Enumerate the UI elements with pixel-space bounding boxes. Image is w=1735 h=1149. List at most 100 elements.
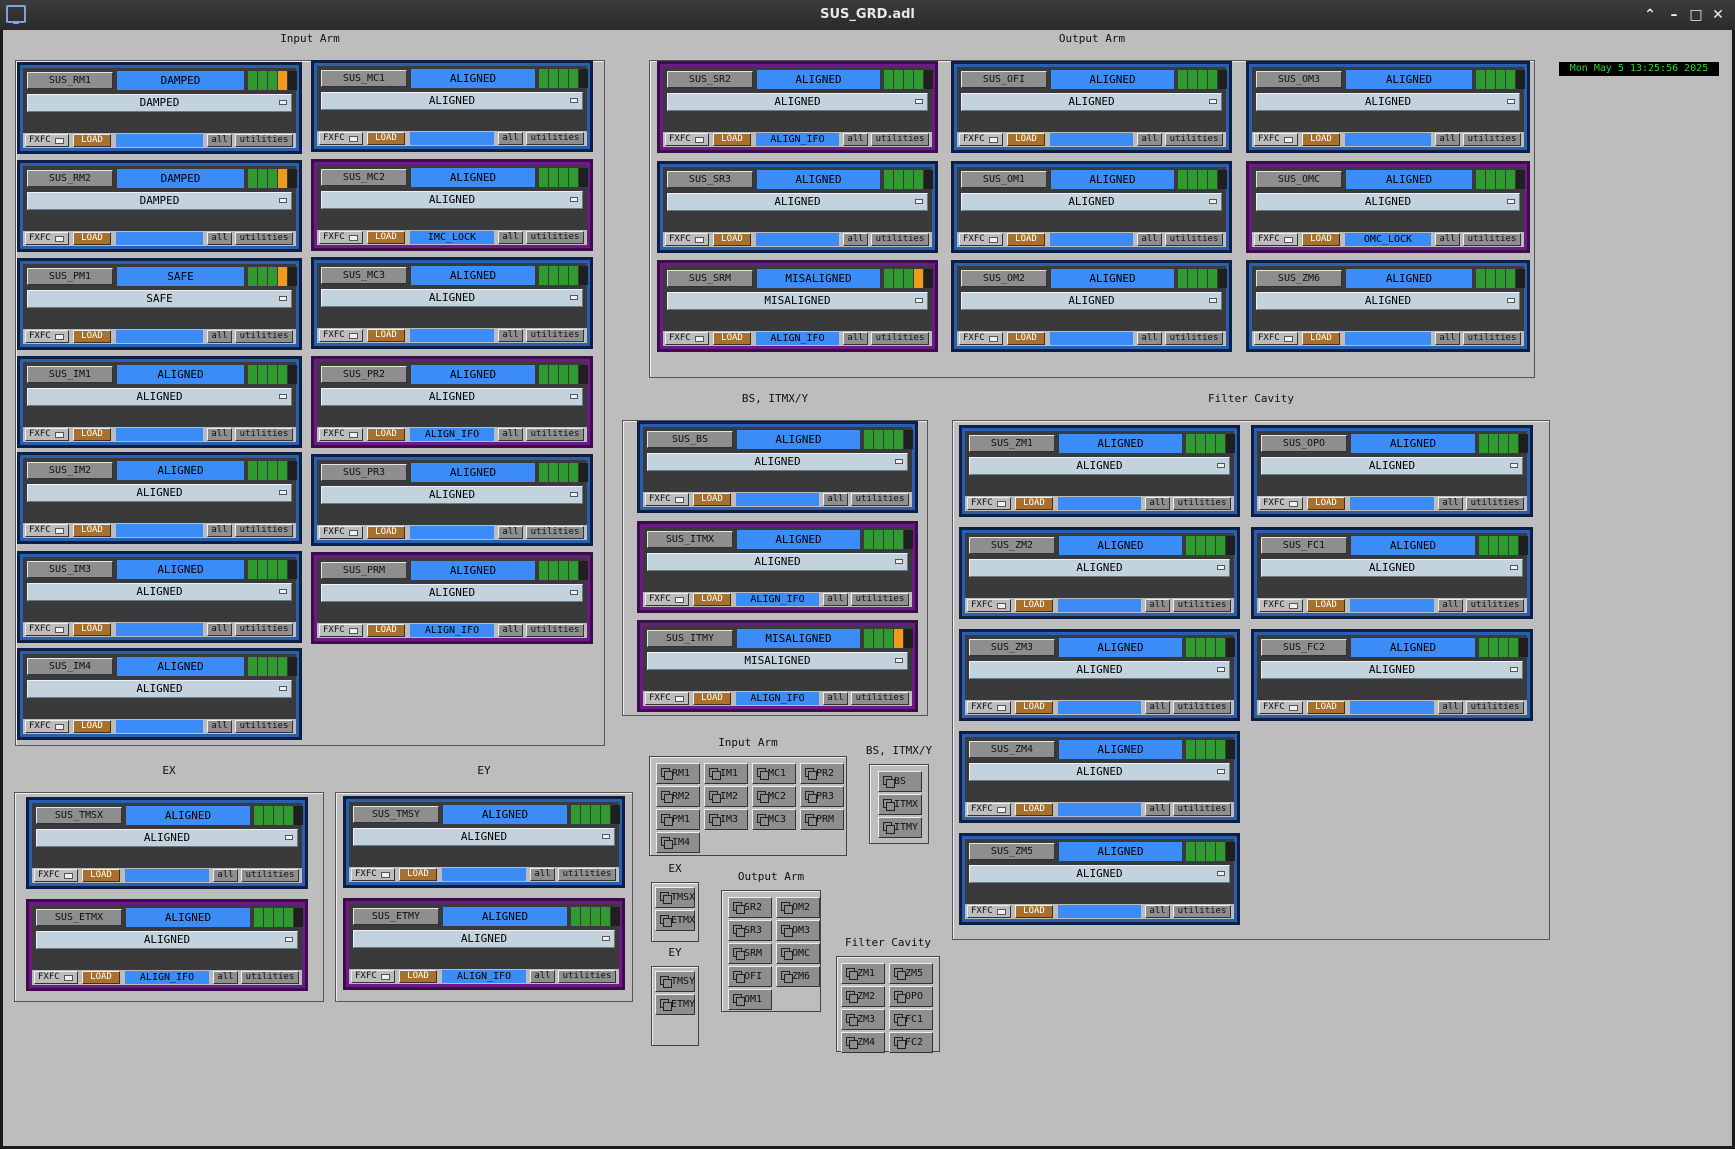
- guardian-name-button[interactable]: SUS_ZM6: [1256, 270, 1342, 287]
- utilities-button[interactable]: utilities: [851, 692, 909, 705]
- shortcut-zm2[interactable]: ZM2: [841, 986, 885, 1007]
- fxfc-menu[interactable]: FXFC: [25, 623, 69, 636]
- fxfc-menu[interactable]: FXFC: [959, 332, 1003, 345]
- utilities-button[interactable]: utilities: [235, 524, 293, 537]
- utilities-button[interactable]: utilities: [851, 593, 909, 606]
- utilities-button[interactable]: utilities: [526, 526, 584, 539]
- shortcut-ofi[interactable]: OFI: [728, 966, 772, 987]
- request-select[interactable]: ALIGNED: [27, 680, 292, 698]
- all-button[interactable]: all: [530, 970, 555, 983]
- shortcut-etmy[interactable]: ETMY: [655, 994, 695, 1015]
- request-select[interactable]: ALIGNED: [1256, 193, 1520, 211]
- fxfc-menu[interactable]: FXFC: [967, 701, 1011, 714]
- guardian-name-button[interactable]: SUS_SRM: [667, 270, 753, 287]
- shortcut-pr2[interactable]: PR2: [800, 763, 844, 784]
- utilities-button[interactable]: utilities: [526, 132, 584, 145]
- utilities-button[interactable]: utilities: [241, 971, 299, 984]
- utilities-button[interactable]: utilities: [1173, 803, 1231, 816]
- shortcut-rm2[interactable]: RM2: [656, 786, 700, 807]
- guardian-name-button[interactable]: SUS_SR3: [667, 171, 753, 188]
- request-select[interactable]: ALIGNED: [1261, 559, 1523, 577]
- request-select[interactable]: ALIGNED: [1261, 457, 1523, 475]
- guardian-name-button[interactable]: SUS_FC2: [1261, 639, 1347, 656]
- request-select[interactable]: MISALIGNED: [667, 292, 928, 310]
- fxfc-menu[interactable]: FXFC: [1259, 497, 1303, 510]
- guardian-name-button[interactable]: SUS_ITMX: [647, 531, 733, 548]
- request-select[interactable]: ALIGNED: [969, 457, 1230, 475]
- request-select[interactable]: ALIGNED: [321, 92, 583, 110]
- guardian-name-button[interactable]: SUS_OMC: [1256, 171, 1342, 188]
- shortcut-omc[interactable]: OMC: [776, 943, 820, 964]
- utilities-button[interactable]: utilities: [871, 233, 929, 246]
- load-button[interactable]: LOAD: [367, 132, 405, 145]
- fxfc-menu[interactable]: FXFC: [665, 133, 709, 146]
- shortcut-fc2[interactable]: FC2: [889, 1032, 933, 1053]
- utilities-button[interactable]: utilities: [235, 720, 293, 733]
- utilities-button[interactable]: utilities: [526, 428, 584, 441]
- request-select[interactable]: ALIGNED: [969, 661, 1230, 679]
- shortcut-tmsx[interactable]: TMSX: [655, 887, 695, 908]
- request-select[interactable]: ALIGNED: [321, 584, 583, 602]
- all-button[interactable]: all: [1435, 133, 1460, 146]
- request-select[interactable]: ALIGNED: [667, 93, 928, 111]
- all-button[interactable]: all: [843, 332, 868, 345]
- request-select[interactable]: ALIGNED: [1256, 292, 1520, 310]
- all-button[interactable]: all: [1438, 701, 1463, 714]
- all-button[interactable]: all: [207, 330, 232, 343]
- all-button[interactable]: all: [498, 428, 523, 441]
- fxfc-menu[interactable]: FXFC: [665, 332, 709, 345]
- fxfc-menu[interactable]: FXFC: [645, 493, 689, 506]
- utilities-button[interactable]: utilities: [241, 869, 299, 882]
- fxfc-menu[interactable]: FXFC: [25, 134, 69, 147]
- fxfc-menu[interactable]: FXFC: [665, 233, 709, 246]
- guardian-name-button[interactable]: SUS_OPO: [1261, 435, 1347, 452]
- shortcut-sr2[interactable]: SR2: [728, 897, 772, 918]
- shortcut-im3[interactable]: IM3: [704, 809, 748, 830]
- fxfc-menu[interactable]: FXFC: [319, 231, 363, 244]
- request-select[interactable]: ALIGNED: [321, 191, 583, 209]
- utilities-button[interactable]: utilities: [871, 332, 929, 345]
- guardian-name-button[interactable]: SUS_PR3: [321, 464, 407, 481]
- shortcut-om3[interactable]: OM3: [776, 920, 820, 941]
- utilities-button[interactable]: utilities: [1466, 599, 1524, 612]
- shortcut-zm1[interactable]: ZM1: [841, 963, 885, 984]
- fxfc-menu[interactable]: FXFC: [967, 803, 1011, 816]
- guardian-name-button[interactable]: SUS_ZM5: [969, 843, 1055, 860]
- guardian-name-button[interactable]: SUS_IM4: [27, 658, 113, 675]
- all-button[interactable]: all: [1145, 599, 1170, 612]
- load-button[interactable]: LOAD: [1015, 599, 1053, 612]
- request-select[interactable]: ALIGNED: [961, 193, 1222, 211]
- guardian-name-button[interactable]: SUS_OFI: [961, 71, 1047, 88]
- load-button[interactable]: LOAD: [1015, 905, 1053, 918]
- all-button[interactable]: all: [1435, 332, 1460, 345]
- utilities-button[interactable]: utilities: [1463, 133, 1521, 146]
- all-button[interactable]: all: [207, 428, 232, 441]
- utilities-button[interactable]: utilities: [558, 970, 616, 983]
- shortcut-itmx[interactable]: ITMX: [878, 794, 922, 815]
- shortcut-im2[interactable]: IM2: [704, 786, 748, 807]
- utilities-button[interactable]: utilities: [235, 330, 293, 343]
- utilities-button[interactable]: utilities: [558, 868, 616, 881]
- guardian-name-button[interactable]: SUS_ITMY: [647, 630, 733, 647]
- load-button[interactable]: LOAD: [1302, 133, 1340, 146]
- utilities-button[interactable]: utilities: [1173, 599, 1231, 612]
- guardian-name-button[interactable]: SUS_IM3: [27, 561, 113, 578]
- shortcut-im1[interactable]: IM1: [704, 763, 748, 784]
- utilities-button[interactable]: utilities: [1463, 332, 1521, 345]
- shortcut-pm1[interactable]: PM1: [656, 809, 700, 830]
- shortcut-tmsy[interactable]: TMSY: [655, 971, 695, 992]
- request-select[interactable]: MISALIGNED: [647, 652, 908, 670]
- all-button[interactable]: all: [1145, 803, 1170, 816]
- request-select[interactable]: ALIGNED: [1261, 661, 1523, 679]
- fxfc-menu[interactable]: FXFC: [25, 524, 69, 537]
- load-button[interactable]: LOAD: [367, 428, 405, 441]
- all-button[interactable]: all: [498, 132, 523, 145]
- guardian-name-button[interactable]: SUS_FC1: [1261, 537, 1347, 554]
- load-button[interactable]: LOAD: [1015, 497, 1053, 510]
- request-select[interactable]: SAFE: [27, 290, 292, 308]
- utilities-button[interactable]: utilities: [526, 231, 584, 244]
- chevron-up-icon[interactable]: ⌃: [1638, 0, 1662, 30]
- all-button[interactable]: all: [823, 593, 848, 606]
- all-button[interactable]: all: [530, 868, 555, 881]
- guardian-name-button[interactable]: SUS_BS: [647, 431, 733, 448]
